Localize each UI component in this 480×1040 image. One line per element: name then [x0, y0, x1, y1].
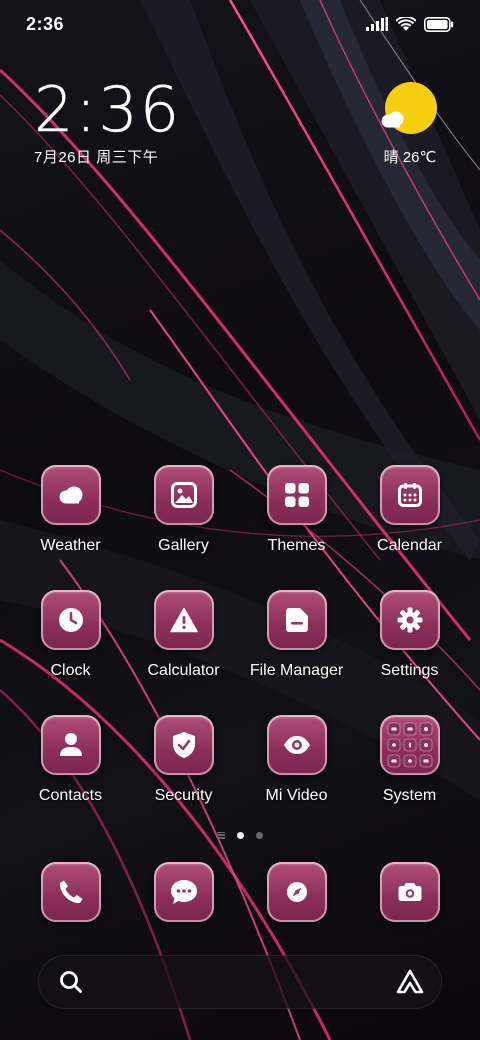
dock-camera[interactable] [353, 862, 466, 924]
home-screen: 2:36 2:36 7月26日 周三下午 晴 26℃ Weather Galle… [0, 0, 480, 1040]
app-label: System [382, 787, 437, 804]
calculator-icon [153, 590, 214, 650]
cloud-icon [381, 111, 404, 128]
app-label: Themes [267, 537, 326, 554]
calendar-icon [379, 465, 440, 525]
app-weather[interactable]: Weather [14, 465, 127, 575]
widget-time: 2:36 [34, 73, 182, 146]
dock-browser[interactable] [240, 862, 353, 924]
clock-icon [40, 590, 101, 650]
app-label: Security [154, 787, 213, 804]
gallery-icon [153, 465, 214, 525]
status-bar: 2:36 [0, 0, 480, 50]
clock-widget[interactable]: 2:36 7月26日 周三下午 [34, 73, 182, 167]
page-dot [256, 831, 263, 839]
phone-icon [40, 862, 101, 922]
system-folder-icon [379, 715, 440, 775]
app-label: Mi Video [265, 787, 328, 804]
file-manager-icon [266, 590, 327, 650]
assistant-icon[interactable] [396, 969, 424, 995]
app-label: Calendar [377, 537, 442, 554]
app-file-manager[interactable]: File Manager [240, 590, 353, 700]
page-dot-active [237, 831, 244, 839]
search-bar[interactable] [38, 955, 442, 1009]
status-icons [366, 14, 454, 34]
app-gallery[interactable]: Gallery [127, 465, 240, 575]
app-calculator[interactable]: Calculator [127, 590, 240, 700]
app-label: File Manager [249, 662, 344, 679]
app-clock[interactable]: Clock [14, 590, 127, 700]
app-calendar[interactable]: Calendar [353, 465, 466, 575]
messages-icon [153, 862, 214, 922]
dock-phone[interactable] [14, 862, 127, 924]
status-time: 2:36 [26, 14, 65, 34]
weather-text: 晴 26℃ [383, 149, 437, 166]
camera-icon [379, 862, 440, 922]
app-label: Weather [40, 537, 101, 554]
weather-icon [40, 465, 101, 525]
app-label: Clock [50, 662, 91, 679]
app-settings[interactable]: Settings [353, 590, 466, 700]
contacts-icon [40, 715, 101, 775]
page-indicator[interactable] [0, 829, 480, 841]
settings-icon [379, 590, 440, 650]
wifi-icon [396, 16, 416, 31]
app-label: Contacts [38, 787, 103, 804]
themes-icon [266, 465, 327, 525]
app-label: Gallery [158, 537, 209, 554]
app-label: Calculator [147, 662, 220, 679]
app-system-folder[interactable]: System [353, 715, 466, 825]
dock-messages[interactable] [127, 862, 240, 924]
app-contacts[interactable]: Contacts [14, 715, 127, 825]
widget-date: 7月26日 周三下午 [34, 149, 159, 166]
search-icon [60, 971, 82, 993]
battery-icon [424, 16, 454, 32]
app-security[interactable]: Security [127, 715, 240, 825]
app-themes[interactable]: Themes [240, 465, 353, 575]
browser-icon [266, 862, 327, 922]
app-mi-video[interactable]: Mi Video [240, 715, 353, 825]
app-label: Settings [380, 662, 439, 679]
page-list-icon [217, 831, 225, 839]
mi-video-icon [266, 715, 327, 775]
security-icon [153, 715, 214, 775]
signal-bars-icon [366, 17, 388, 31]
